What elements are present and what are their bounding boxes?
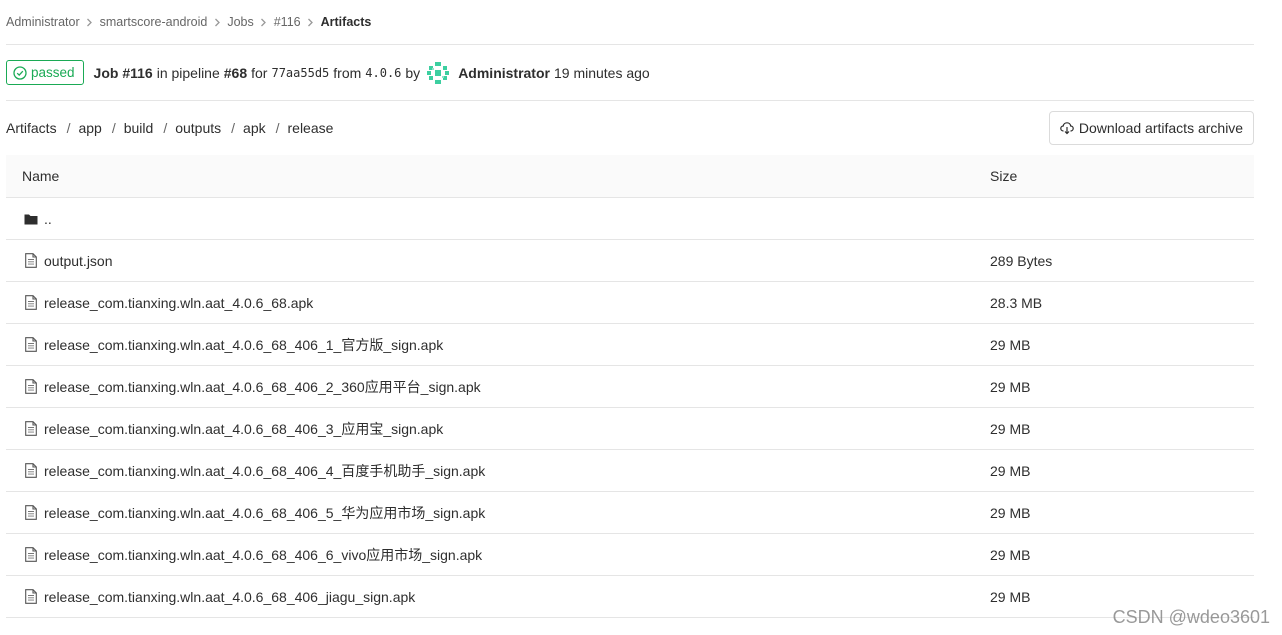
table-row[interactable]: release_com.tianxing.wln.aat_4.0.6_68_40…	[6, 366, 1254, 408]
file-size: 289 Bytes	[990, 252, 1053, 269]
time-ago: 19 minutes ago	[553, 64, 650, 81]
download-label: Download artifacts archive	[1078, 120, 1244, 136]
path-release[interactable]: release	[288, 120, 334, 136]
file-text-icon	[24, 589, 38, 605]
table-row[interactable]: release_com.tianxing.wln.aat_4.0.6_68.ap…	[6, 282, 1254, 324]
job-info: passed Job #116 in pipeline #68 for 77aa…	[6, 59, 650, 86]
artifacts-table: Name Size .. output.json 289 Bytes release…	[6, 155, 1254, 618]
chevron-right-icon	[207, 18, 227, 27]
breadcrumb-jobs[interactable]: Jobs	[227, 15, 253, 29]
chevron-right-icon	[80, 18, 100, 27]
file-text-icon	[24, 379, 38, 395]
divider	[6, 44, 1254, 45]
avatar[interactable]	[426, 61, 450, 85]
header-size: Size	[990, 168, 1018, 184]
file-name-link[interactable]: release_com.tianxing.wln.aat_4.0.6_68_40…	[44, 589, 415, 605]
table-row[interactable]: release_com.tianxing.wln.aat_4.0.6_68_40…	[6, 324, 1254, 366]
file-size: 29 MB	[990, 588, 1031, 605]
file-text-icon	[24, 463, 38, 479]
file-text-icon	[24, 337, 38, 353]
breadcrumb-project[interactable]: smartscore-android	[100, 15, 208, 29]
file-size: 29 MB	[990, 462, 1031, 479]
file-name-link[interactable]: release_com.tianxing.wln.aat_4.0.6_68_40…	[44, 377, 481, 397]
download-artifacts-button[interactable]: Download artifacts archive	[1049, 111, 1254, 145]
cloud-download-icon	[1060, 122, 1074, 135]
in-pipeline-text: in pipeline	[156, 64, 220, 81]
table-row[interactable]: release_com.tianxing.wln.aat_4.0.6_68_40…	[6, 534, 1254, 576]
job-link[interactable]: Job #116	[94, 65, 153, 81]
file-size: 29 MB	[990, 420, 1031, 437]
file-name-link[interactable]: release_com.tianxing.wln.aat_4.0.6_68_40…	[44, 419, 443, 439]
commit-link[interactable]: 77aa55d5	[271, 66, 329, 80]
table-row[interactable]: release_com.tianxing.wln.aat_4.0.6_68_40…	[6, 492, 1254, 534]
file-text-icon	[24, 505, 38, 521]
file-name-link[interactable]: release_com.tianxing.wln.aat_4.0.6_68_40…	[44, 503, 485, 523]
file-name-link[interactable]: release_com.tianxing.wln.aat_4.0.6_68.ap…	[44, 295, 313, 311]
file-size: 29 MB	[990, 378, 1031, 395]
table-header: Name Size	[6, 155, 1254, 198]
file-name-link[interactable]: release_com.tianxing.wln.aat_4.0.6_68_40…	[44, 335, 443, 355]
file-text-icon	[24, 253, 38, 269]
user-link[interactable]: Administrator	[458, 65, 550, 81]
from-text: from	[333, 64, 362, 81]
for-text: for	[251, 64, 268, 81]
table-row-parent[interactable]: ..	[6, 198, 1254, 240]
table-row[interactable]: release_com.tianxing.wln.aat_4.0.6_68_40…	[6, 408, 1254, 450]
folder-icon	[24, 211, 38, 227]
chevron-right-icon	[254, 18, 274, 27]
file-text-icon	[24, 547, 38, 563]
breadcrumb-job[interactable]: #116	[274, 15, 301, 29]
file-size: 29 MB	[990, 504, 1031, 521]
by-text: by	[405, 64, 421, 81]
ref-link[interactable]: 4.0.6	[365, 66, 401, 80]
file-text-icon	[24, 421, 38, 437]
file-text-icon	[24, 295, 38, 311]
breadcrumb-artifacts[interactable]: Artifacts	[321, 15, 372, 29]
watermark: CSDN @wdeo3601	[1112, 607, 1270, 627]
path-apk[interactable]: apk	[243, 120, 266, 136]
file-size: 28.3 MB	[990, 294, 1043, 311]
breadcrumb-administrator[interactable]: Administrator	[6, 15, 80, 29]
chevron-right-icon	[301, 18, 321, 27]
status-text: passed	[31, 65, 75, 80]
divider	[6, 100, 1254, 101]
file-name-link[interactable]: release_com.tianxing.wln.aat_4.0.6_68_40…	[44, 461, 485, 481]
table-row[interactable]: output.json 289 Bytes	[6, 240, 1254, 282]
pipeline-link[interactable]: #68	[224, 65, 247, 81]
artifact-path: Artifacts / app / build / outputs / apk …	[6, 120, 334, 136]
check-circle-icon	[13, 65, 27, 80]
file-name-link[interactable]: output.json	[44, 253, 113, 269]
file-name-link[interactable]: release_com.tianxing.wln.aat_4.0.6_68_40…	[44, 545, 482, 565]
table-row[interactable]: release_com.tianxing.wln.aat_4.0.6_68_40…	[6, 450, 1254, 492]
path-artifacts[interactable]: Artifacts	[6, 120, 57, 136]
header-name: Name	[22, 168, 60, 184]
path-app[interactable]: app	[78, 120, 101, 136]
file-size: 29 MB	[990, 336, 1031, 353]
parent-directory-link[interactable]: ..	[44, 211, 52, 227]
file-size: 29 MB	[990, 546, 1031, 563]
path-build[interactable]: build	[124, 120, 154, 136]
table-row[interactable]: release_com.tianxing.wln.aat_4.0.6_68_40…	[6, 576, 1254, 618]
breadcrumb: Administrator smartscore-android Jobs #1…	[6, 14, 371, 30]
status-badge[interactable]: passed	[6, 60, 84, 85]
path-outputs[interactable]: outputs	[175, 120, 221, 136]
